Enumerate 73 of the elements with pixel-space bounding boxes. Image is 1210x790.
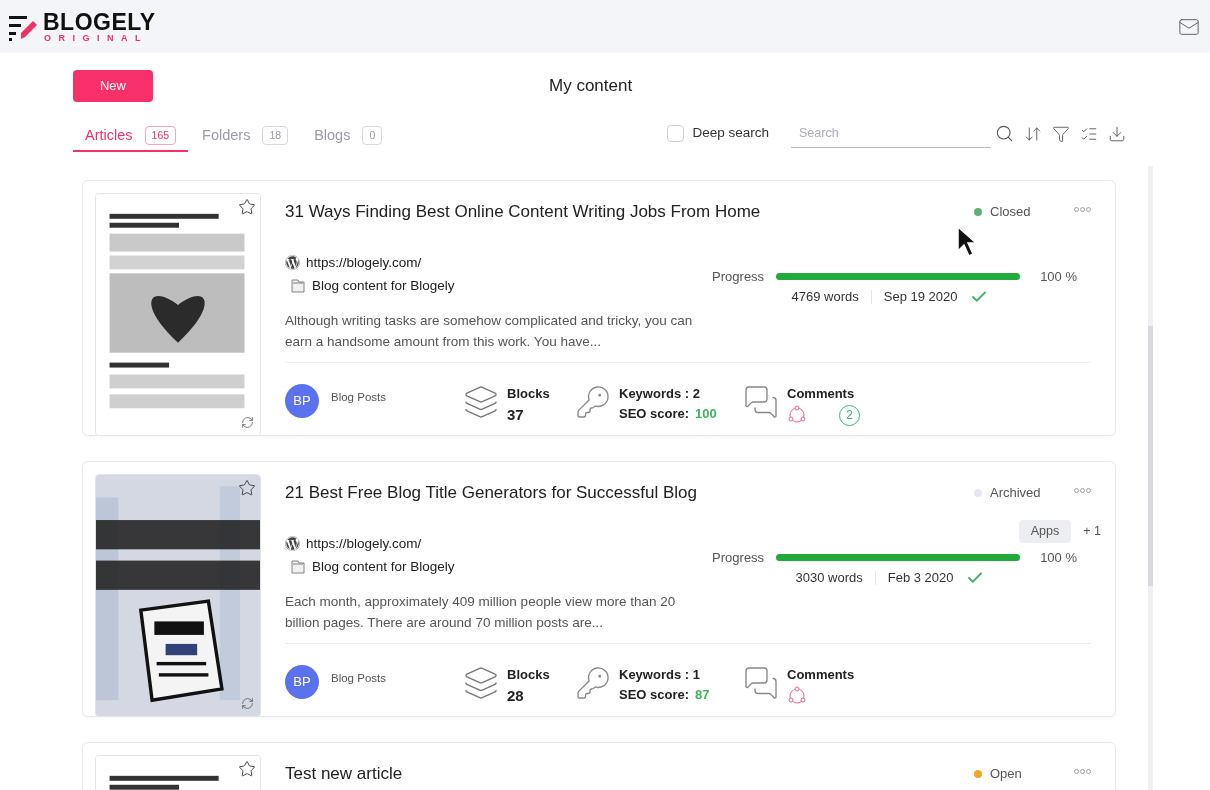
- filter-icon[interactable]: [1052, 124, 1070, 143]
- star-icon[interactable]: [238, 198, 256, 216]
- status-label: Archived: [990, 484, 1041, 502]
- search-field[interactable]: Search: [791, 119, 991, 148]
- search-icon[interactable]: [995, 124, 1014, 143]
- avatar[interactable]: BP: [285, 384, 319, 418]
- star-icon[interactable]: [238, 760, 256, 778]
- refresh-icon[interactable]: [241, 416, 254, 429]
- blocks-label: Blocks: [507, 666, 550, 684]
- sort-icon[interactable]: [1024, 124, 1042, 143]
- scrollbar[interactable]: [1148, 166, 1153, 790]
- key-icon: [575, 384, 611, 420]
- category-label: Blog Posts: [331, 671, 386, 687]
- comments-icon: [743, 384, 779, 420]
- progress-label: Progress: [712, 267, 765, 286]
- comments-icon: [743, 665, 779, 701]
- keywords-count: Keywords : 1: [619, 666, 701, 684]
- folder-icon: [290, 277, 306, 294]
- star-icon[interactable]: [238, 479, 256, 497]
- blocks-label: Blocks: [507, 385, 550, 403]
- tab[interactable]: Articles 165: [73, 121, 189, 152]
- status-label: Closed: [990, 203, 1031, 221]
- refresh-icon[interactable]: [241, 697, 254, 710]
- site-link[interactable]: https://blogely.com/: [306, 252, 422, 273]
- blog-name: Blog content for Blogely: [312, 557, 455, 576]
- more-icon[interactable]: [1074, 769, 1091, 774]
- layers-icon: [463, 665, 499, 701]
- seo-score: 100: [695, 404, 717, 423]
- article-card[interactable]: Test new article Open: [82, 742, 1116, 790]
- download-icon[interactable]: [1108, 124, 1126, 143]
- progress-label: Progress: [712, 548, 765, 567]
- article-excerpt: Although writing tasks are somehow complicated and tricky, you can earn a handsome amount from this work. You have...: [285, 312, 694, 351]
- progress-reading: 100 %: [1040, 548, 1077, 567]
- blocks-count: 37: [507, 404, 525, 425]
- wordpress-icon: [285, 255, 300, 271]
- folder-icon: [290, 558, 306, 575]
- seo-label: SEO score:: [619, 685, 690, 704]
- progress-reading: 100 %: [1040, 267, 1077, 286]
- article-date: Sep 19 2020: [883, 288, 958, 306]
- blocks-count: 28: [507, 685, 525, 706]
- status-label: Open: [990, 765, 1022, 783]
- more-tags[interactable]: + 1: [1083, 522, 1101, 541]
- share-icon[interactable]: [787, 405, 807, 425]
- logo-wordmark: BLOGELY: [43, 10, 156, 34]
- article-date: Feb 3 2020: [887, 569, 954, 587]
- wordpress-icon: [285, 536, 300, 552]
- article-title[interactable]: 21 Best Free Blog Title Generators for Successful Blog: [285, 480, 974, 506]
- logo-subtitle: ORIGINAL: [44, 33, 149, 43]
- more-icon[interactable]: [1074, 488, 1091, 493]
- tag-chip[interactable]: Apps: [1018, 520, 1072, 543]
- site-link[interactable]: https://blogely.com/: [306, 533, 422, 554]
- article-title[interactable]: Test new article: [285, 761, 974, 787]
- seo-score: 87: [695, 685, 710, 704]
- word-count: 3030 words: [795, 569, 863, 587]
- avatar[interactable]: BP: [285, 665, 319, 699]
- comments-label: Comments: [787, 666, 855, 684]
- blog-name: Blog content for Blogely: [312, 276, 455, 295]
- new-button[interactable]: New: [73, 70, 153, 102]
- article-card[interactable]: [82, 461, 1116, 717]
- seo-label: SEO score:: [619, 404, 690, 423]
- layers-icon: [463, 384, 499, 420]
- comments-label: Comments: [787, 385, 856, 403]
- share-icon[interactable]: [787, 685, 807, 706]
- keywords-count: Keywords : 2: [619, 385, 701, 403]
- article-card[interactable]: [82, 180, 1116, 436]
- page-title: My content: [549, 75, 633, 98]
- key-icon: [575, 665, 611, 701]
- article-title[interactable]: 31 Ways Finding Best Online Content Writing Jobs From Home: [285, 199, 974, 225]
- deep-search-checkbox[interactable]: Deep search: [667, 123, 769, 144]
- category-label: Blog Posts: [331, 390, 386, 406]
- article-excerpt: Each month, approximately 409 million people view more than 20 billion pages. There are around 70 million posts are...: [285, 593, 677, 632]
- more-icon[interactable]: [1074, 207, 1091, 212]
- word-count: 4769 words: [791, 288, 859, 306]
